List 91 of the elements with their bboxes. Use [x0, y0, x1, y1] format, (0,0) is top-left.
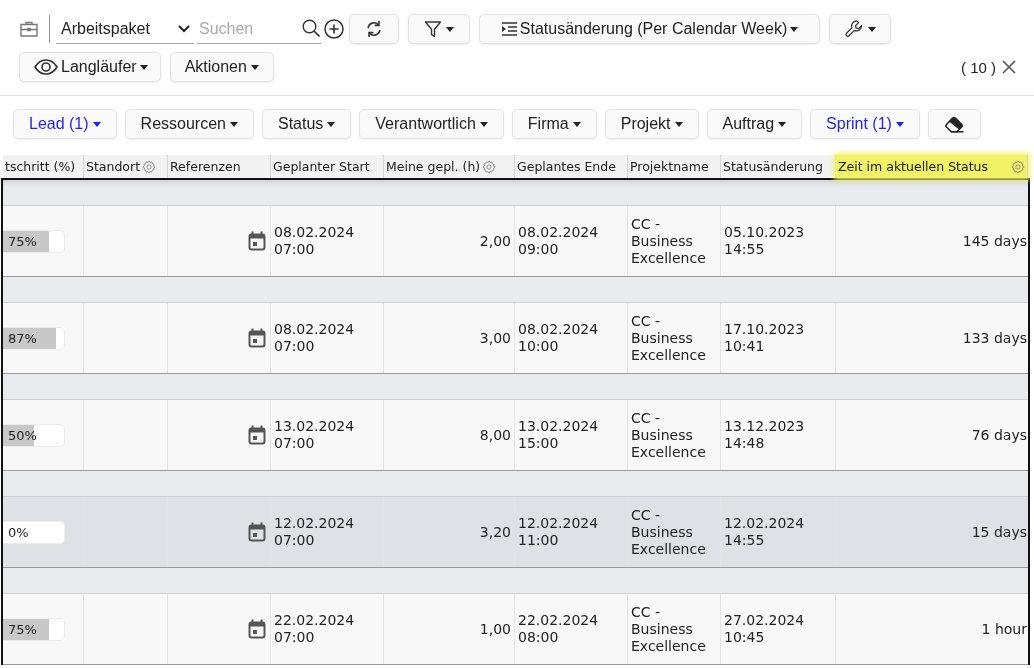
table-cell-text: 22.02.2024 07:00: [274, 612, 356, 646]
column-header[interactable]: Referenzen: [168, 155, 271, 178]
calendar-icon[interactable]: [248, 522, 266, 542]
table-cell-text: 05.10.2023 14:55: [724, 224, 806, 258]
table-cell-text: 08.02.2024 07:00: [274, 321, 356, 355]
table-cell-text: 13.12.2023 14:48: [724, 418, 806, 452]
caret-icon: [229, 121, 238, 127]
eraser-icon: [943, 115, 965, 133]
tools-menu-button[interactable]: [829, 14, 891, 44]
filter-button[interactable]: [408, 14, 470, 44]
add-circle-icon[interactable]: [324, 19, 344, 39]
column-header[interactable]: Geplantes Ende: [515, 155, 628, 178]
indent-list-icon: [500, 22, 517, 36]
progress-label: 75%: [7, 233, 37, 249]
table-cell-text: 12.02.2024 07:00: [274, 515, 356, 549]
progress-label: 0%: [7, 524, 29, 540]
table-cell-text: CC - Business Excellence: [631, 506, 707, 558]
view-menu-button[interactable]: Statusänderung (Per Calendar Week): [479, 14, 820, 44]
table-cell-text: CC - Business Excellence: [631, 409, 707, 461]
table-cell: 1 hour: [981, 620, 1027, 638]
filter-dropdown[interactable]: Ressourcen: [124, 109, 254, 139]
table-cell-text: 22.02.2024 08:00: [518, 612, 600, 646]
table-cell: 8,00: [479, 426, 511, 444]
caret-icon: [327, 121, 336, 127]
progress-label: 75%: [7, 621, 37, 637]
column-header[interactable]: Projektname: [628, 155, 721, 178]
table-cell-text: 08.02.2024 10:00: [518, 321, 600, 355]
filter-icon: [424, 20, 442, 38]
progress-label: 50%: [7, 427, 37, 443]
table-cell: 76 days: [971, 426, 1027, 444]
table-cell: 3,00: [479, 329, 511, 347]
table-cell-text: 12.02.2024 14:55: [724, 515, 806, 549]
column-header[interactable]: Statusänderung: [721, 155, 836, 178]
filter-dropdown[interactable]: Status: [261, 109, 352, 139]
progress-label: 87%: [7, 330, 37, 346]
caret-icon: [674, 121, 683, 127]
close-icon[interactable]: [1002, 60, 1016, 74]
refresh-icon: [365, 20, 383, 38]
column-header[interactable]: Geplanter Start: [271, 155, 384, 178]
table-cell-text: 12.02.2024 11:00: [518, 515, 600, 549]
calendar-icon[interactable]: [248, 425, 266, 445]
filter-dropdown[interactable]: Sprint (1): [810, 109, 920, 139]
table-cell-text: CC - Business Excellence: [631, 215, 707, 267]
caret-icon: [895, 121, 904, 127]
caret-icon: [139, 64, 148, 70]
type-select[interactable]: Arbeitspaket: [56, 14, 194, 44]
table-cell-text: CC - Business Excellence: [631, 603, 707, 655]
table-cell: 1,00: [479, 620, 511, 638]
column-header[interactable]: Zeit im aktuellen Status: [836, 155, 1028, 178]
calendar-icon[interactable]: [248, 328, 266, 348]
column-header[interactable]: Meine gepl. (h): [384, 155, 515, 178]
caret-icon: [446, 26, 454, 32]
caret-icon: [572, 121, 581, 127]
filter-dropdown[interactable]: Auftrag: [706, 109, 803, 139]
table-cell-text: 13.02.2024 15:00: [518, 418, 600, 452]
filter-dropdown[interactable]: Firma: [511, 109, 597, 139]
search-icon[interactable]: [302, 19, 320, 37]
caret-icon: [250, 64, 259, 70]
filter-dropdown[interactable]: Lead (1): [13, 109, 117, 139]
chevron-down-icon: [178, 24, 190, 33]
table-cell-text: 13.02.2024 07:00: [274, 418, 356, 452]
actions-button[interactable]: Aktionen: [169, 52, 274, 82]
caret-icon: [92, 121, 101, 127]
clear-filters-button[interactable]: [927, 109, 981, 139]
caret-icon: [790, 26, 799, 32]
column-header[interactable]: tschritt (%): [3, 155, 84, 178]
table-cell: 3,20: [479, 523, 511, 541]
calendar-icon[interactable]: [248, 619, 266, 639]
wrench-icon: [844, 19, 864, 39]
filter-dropdown[interactable]: Verantwortlich: [359, 109, 504, 139]
eye-icon: [34, 59, 58, 75]
refresh-button[interactable]: [349, 14, 399, 44]
column-header[interactable]: Standort: [84, 155, 168, 178]
caret-icon: [778, 121, 787, 127]
table-cell-text: 08.02.2024 07:00: [274, 224, 356, 258]
table-cell: 145 days: [962, 232, 1027, 250]
table-cell-text: 27.02.2024 10:45: [724, 612, 806, 646]
table-cell-text: CC - Business Excellence: [631, 312, 707, 364]
table-cell: 133 days: [962, 329, 1027, 347]
table-cell: 15 days: [971, 523, 1027, 541]
table-cell-text: 08.02.2024 09:00: [518, 224, 600, 258]
view-filter-button[interactable]: Langläufer: [19, 52, 161, 82]
caret-icon: [479, 121, 488, 127]
filter-dropdown[interactable]: Projekt: [604, 109, 699, 139]
table-cell: 2,00: [479, 232, 511, 250]
calendar-icon[interactable]: [248, 231, 266, 251]
table-cell-text: 17.10.2023 10:41: [724, 321, 806, 355]
briefcase-icon: [20, 21, 38, 37]
caret-icon: [868, 26, 876, 32]
result-count: ( 10 ): [961, 58, 996, 76]
search-field[interactable]: Suchen: [197, 14, 321, 44]
